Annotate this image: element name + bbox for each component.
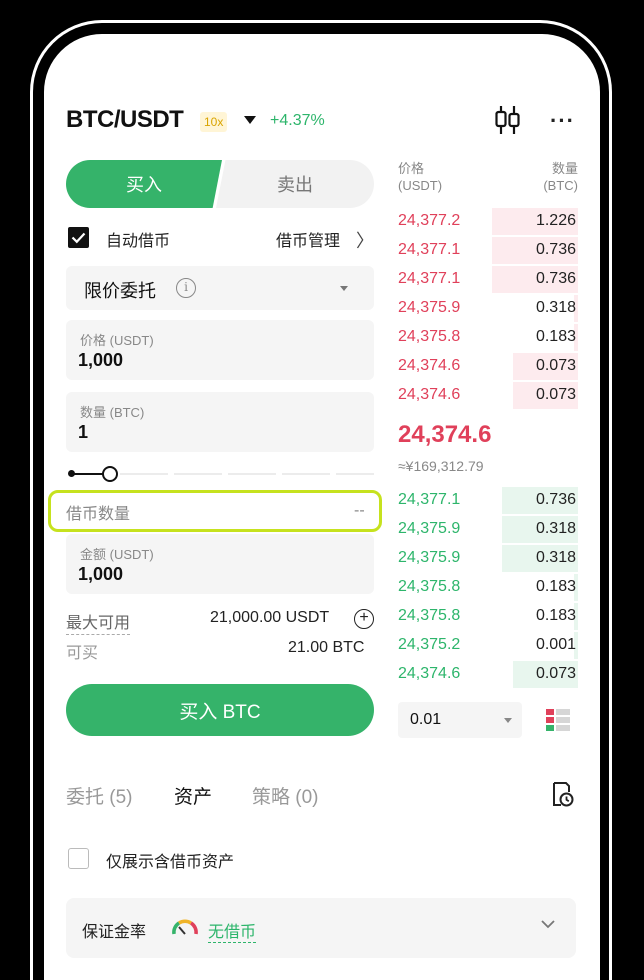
app-screen: BTC/USDT 10x +4.37% ··· 买入 卖出 自动借币 借币管理 …: [44, 34, 600, 980]
bid-qty: 0.318: [535, 520, 576, 537]
pair-dropdown-caret-icon[interactable]: [244, 116, 256, 124]
slider-fill: [74, 473, 104, 475]
ask-row[interactable]: 24,377.1 0.736: [398, 266, 578, 293]
slider-knob[interactable]: [102, 466, 118, 482]
price-label: 价格 (USDT): [80, 333, 154, 348]
total-value[interactable]: 1,000: [78, 564, 123, 585]
auto-borrow-label: 自动借币: [106, 233, 171, 250]
ask-price: 24,375.8: [398, 328, 461, 345]
order-history-icon[interactable]: [550, 780, 574, 808]
tab-orders[interactable]: 委托 (5): [66, 782, 133, 809]
can-buy-value: 21.00 BTC: [288, 639, 365, 656]
ask-row[interactable]: 24,374.6 0.073: [398, 353, 578, 380]
buy-btc-button[interactable]: 买入 BTC: [66, 684, 374, 736]
more-icon[interactable]: ···: [550, 108, 575, 134]
orderbook-qty-header: 数量 (BTC): [534, 160, 578, 194]
ask-price: 24,374.6: [398, 357, 461, 374]
bid-row[interactable]: 24,374.6 0.073: [398, 661, 578, 688]
qty-header-label: 数量: [551, 161, 578, 176]
bid-qty: 0.073: [535, 665, 576, 682]
ask-price: 24,374.6: [398, 386, 461, 403]
add-funds-icon[interactable]: +: [354, 609, 374, 629]
borrow-qty-label: 借币数量: [66, 506, 131, 523]
amount-value[interactable]: 1: [78, 422, 88, 443]
orderbook-layout-icon[interactable]: [544, 706, 572, 734]
gauge-icon: [172, 919, 198, 935]
ask-row[interactable]: 24,375.8 0.183: [398, 324, 578, 351]
amount-label: 数量 (BTC): [80, 405, 145, 420]
amount-input[interactable]: 数量 (BTC) 1: [66, 392, 374, 452]
margin-status: 无借币: [208, 918, 257, 943]
info-icon[interactable]: i: [176, 278, 196, 298]
bid-price: 24,375.8: [398, 578, 461, 595]
ask-qty: 0.073: [535, 357, 576, 374]
ask-qty: 0.073: [535, 386, 576, 403]
bid-row[interactable]: 24,375.8 0.183: [398, 603, 578, 630]
last-price: 24,374.6: [398, 421, 492, 448]
bid-qty: 0.183: [535, 578, 576, 595]
ask-row[interactable]: 24,374.6 0.073: [398, 382, 578, 409]
price-input[interactable]: 价格 (USDT) 1,000: [66, 320, 374, 380]
total-label: 金额 (USDT): [80, 547, 154, 562]
ask-price: 24,377.1: [398, 270, 461, 287]
borrow-management-link[interactable]: 借币管理: [276, 227, 340, 251]
price-change: +4.37%: [270, 112, 325, 129]
chevron-down-icon: [504, 718, 512, 723]
ask-price: 24,377.2: [398, 212, 461, 229]
ask-qty: 0.736: [535, 241, 576, 258]
bid-row[interactable]: 24,375.9 0.318: [398, 516, 578, 543]
depth-step-value: 0.01: [410, 711, 442, 728]
price-header-unit: (USDT): [398, 178, 443, 193]
only-borrowed-checkbox[interactable]: [68, 848, 89, 869]
auto-borrow-checkbox[interactable]: [68, 227, 89, 248]
chevron-down-icon[interactable]: [540, 918, 556, 930]
only-borrowed-label: 仅展示含借币资产: [106, 854, 235, 871]
candlestick-icon[interactable]: [494, 104, 522, 136]
check-icon: [71, 232, 86, 244]
orderbook-price-header: 价格 (USDT): [398, 160, 442, 194]
bid-price: 24,374.6: [398, 665, 461, 682]
bid-price: 24,377.1: [398, 491, 461, 508]
tab-assets[interactable]: 资产: [174, 782, 212, 809]
chevron-down-icon: [340, 286, 348, 291]
order-type-label: 限价委托: [84, 281, 156, 301]
price-value[interactable]: 1,000: [78, 350, 123, 371]
borrow-qty-value: --: [354, 502, 365, 519]
bid-row[interactable]: 24,375.9 0.318: [398, 545, 578, 572]
bid-qty: 0.183: [535, 607, 576, 624]
ask-price: 24,377.1: [398, 241, 461, 258]
max-available-value: 21,000.00 USDT: [210, 609, 330, 626]
ask-qty: 0.183: [535, 328, 576, 345]
margin-ratio-label: 保证金率: [82, 924, 147, 941]
buy-tab[interactable]: 买入: [66, 160, 222, 208]
tab-strategies[interactable]: 策略 (0): [252, 782, 319, 809]
ask-qty: 1.226: [535, 212, 576, 229]
bid-price: 24,375.9: [398, 520, 461, 537]
leverage-badge: 10x: [200, 112, 228, 132]
ask-qty: 0.736: [535, 270, 576, 287]
bid-row[interactable]: 24,377.1 0.736: [398, 487, 578, 514]
bid-qty: 0.318: [535, 549, 576, 566]
ask-row[interactable]: 24,377.2 1.226: [398, 208, 578, 235]
pair-title[interactable]: BTC/USDT: [66, 106, 184, 134]
can-buy-label: 可买: [66, 645, 99, 662]
ask-row[interactable]: 24,377.1 0.736: [398, 237, 578, 264]
bid-price: 24,375.8: [398, 607, 461, 624]
last-price-cny: ≈¥169,312.79: [398, 458, 484, 474]
bid-qty: 0.736: [535, 491, 576, 508]
ask-row[interactable]: 24,375.9 0.318: [398, 295, 578, 322]
ask-qty: 0.318: [535, 299, 576, 316]
bid-qty: 0.001: [535, 636, 576, 653]
bid-row[interactable]: 24,375.2 0.001: [398, 632, 578, 659]
bid-price: 24,375.2: [398, 636, 461, 653]
ask-price: 24,375.9: [398, 299, 461, 316]
qty-header-unit: (BTC): [543, 178, 578, 193]
max-available-label[interactable]: 最大可用: [66, 609, 131, 635]
bid-price: 24,375.9: [398, 549, 461, 566]
sell-tab[interactable]: 卖出: [216, 160, 374, 208]
price-header-label: 价格: [398, 161, 425, 176]
total-input[interactable]: 金额 (USDT) 1,000: [66, 534, 374, 594]
chevron-right-icon[interactable]: 〉: [356, 227, 374, 253]
bid-row[interactable]: 24,375.8 0.183: [398, 574, 578, 601]
